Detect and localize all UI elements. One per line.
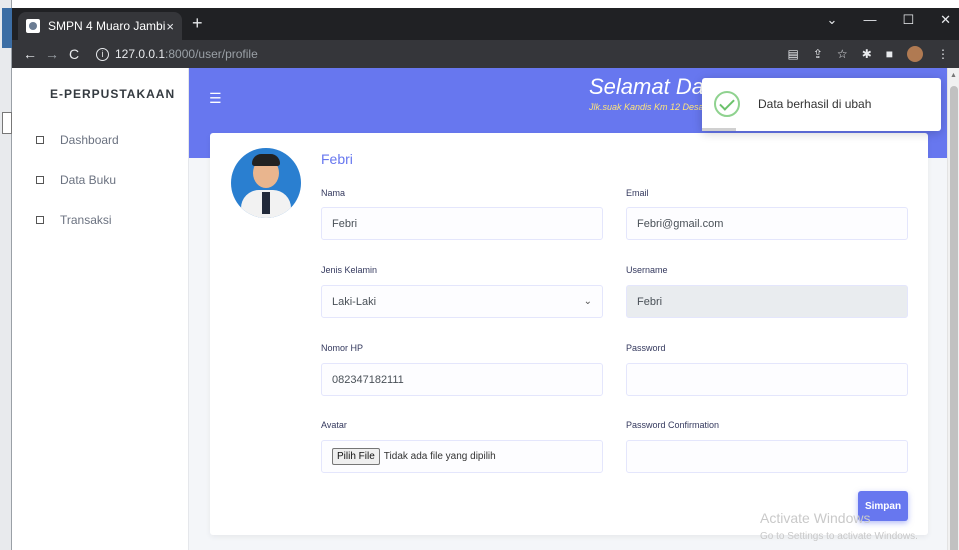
site-info-icon[interactable]: i — [96, 47, 109, 61]
profile-name: Febri — [321, 151, 353, 167]
url-path: :8000/user/profile — [165, 47, 258, 61]
jenis-kelamin-label: Jenis Kelamin — [321, 265, 378, 275]
square-icon — [36, 136, 44, 144]
nomor-hp-label: Nomor HP — [321, 343, 364, 353]
forward-arrow-icon[interactable]: → — [42, 46, 62, 62]
activate-windows-subtitle: Go to Settings to activate Windows. — [760, 531, 918, 542]
reload-icon[interactable]: C — [64, 46, 84, 62]
username-label: Username — [626, 265, 668, 275]
address-bar[interactable]: i 127.0.0.1:8000/user/profile — [96, 47, 258, 61]
jenis-kelamin-value: Laki-Laki — [332, 295, 377, 308]
scrollbar-thumb[interactable] — [950, 86, 958, 550]
extensions-puzzle-icon[interactable]: ✱ — [862, 47, 872, 61]
maximize-button[interactable]: ☐ — [902, 12, 914, 28]
tab-search-icon[interactable]: ⌄ — [827, 12, 838, 28]
sidebar-item-dashboard[interactable]: Dashboard — [12, 120, 188, 160]
sidebar-item-label: Dashboard — [60, 133, 119, 147]
username-input: Febri — [626, 285, 908, 318]
translate-icon[interactable]: ▤ — [788, 47, 799, 61]
tab-close-icon[interactable]: × — [166, 19, 174, 34]
profile-photo — [231, 148, 301, 218]
check-circle-icon — [714, 91, 740, 117]
password-label: Password — [626, 343, 666, 353]
profile-avatar-icon[interactable] — [907, 46, 923, 62]
site-favicon-icon — [26, 19, 40, 33]
toast-message: Data berhasil di ubah — [758, 97, 872, 111]
nama-label: Nama — [321, 188, 346, 198]
sidebar-item-label: Transaksi — [60, 213, 112, 227]
browser-extension-area: ▤ ⇪ ☆ ✱ ■ ⋮ — [788, 46, 949, 62]
activate-windows-title: Activate Windows — [760, 510, 871, 526]
avatar-label: Avatar — [321, 420, 347, 430]
school-address: Jlk.suak Kandis Km 12 Desa — [589, 102, 704, 112]
sidebar-item-data-buku[interactable]: Data Buku — [12, 160, 188, 200]
browser-tab-bar: SMPN 4 Muaro Jambi × + ⌄ — ☐ ✕ — [12, 8, 959, 40]
browser-tab[interactable]: SMPN 4 Muaro Jambi × — [18, 12, 182, 40]
nama-input[interactable]: Febri — [321, 207, 603, 240]
profile-card: Febri Nama Febri Email Febri@gmail.com J… — [210, 133, 928, 535]
email-label: Email — [626, 188, 649, 198]
back-arrow-icon[interactable]: ← — [20, 46, 40, 62]
sidebar-item-transaksi[interactable]: Transaksi — [12, 200, 188, 240]
square-icon — [36, 216, 44, 224]
sidebar: E-PERPUSTAKAAN Dashboard Data Buku Trans… — [12, 68, 189, 550]
success-toast[interactable]: Data berhasil di ubah — [702, 78, 941, 131]
password-confirmation-label: Password Confirmation — [626, 420, 720, 430]
browser-toolbar: ← → C i 127.0.0.1:8000/user/profile ▤ ⇪ … — [12, 40, 959, 68]
url-host: 127.0.0.1 — [115, 47, 166, 61]
tab-title: SMPN 4 Muaro Jambi — [48, 19, 166, 33]
choose-file-button[interactable]: Pilih File — [332, 448, 380, 465]
file-status: Tidak ada file yang dipilih — [383, 451, 496, 462]
password-confirmation-input[interactable] — [626, 440, 908, 473]
sidebar-item-label: Data Buku — [60, 173, 117, 187]
scroll-up-arrow-icon[interactable]: ▲ — [950, 72, 957, 79]
background-window-edge — [0, 0, 12, 550]
square-icon — [36, 176, 44, 184]
share-icon[interactable]: ⇪ — [813, 47, 823, 61]
nomor-hp-input[interactable]: 082347182111 — [321, 363, 603, 396]
email-input[interactable]: Febri@gmail.com — [626, 207, 908, 240]
window-controls: ⌄ — ☐ ✕ — [827, 12, 951, 28]
sidebar-brand[interactable]: E-PERPUSTAKAAN — [12, 68, 188, 120]
toast-progress-bar — [702, 128, 736, 131]
chevron-down-icon: ⌄ — [583, 296, 592, 307]
side-panel-icon[interactable]: ■ — [886, 47, 893, 61]
close-window-button[interactable]: ✕ — [940, 12, 951, 28]
minimize-button[interactable]: — — [863, 12, 876, 28]
page-scrollbar[interactable]: ▲ — [947, 68, 959, 550]
bookmark-star-icon[interactable]: ☆ — [837, 47, 848, 61]
avatar-file-input[interactable]: Pilih File Tidak ada file yang dipilih — [321, 440, 603, 473]
password-input[interactable] — [626, 363, 908, 396]
hamburger-menu-icon[interactable]: ☰ — [209, 90, 222, 107]
new-tab-button[interactable]: + — [192, 13, 203, 34]
jenis-kelamin-select[interactable]: Laki-Laki ⌄ — [321, 285, 603, 318]
browser-menu-icon[interactable]: ⋮ — [937, 47, 949, 61]
